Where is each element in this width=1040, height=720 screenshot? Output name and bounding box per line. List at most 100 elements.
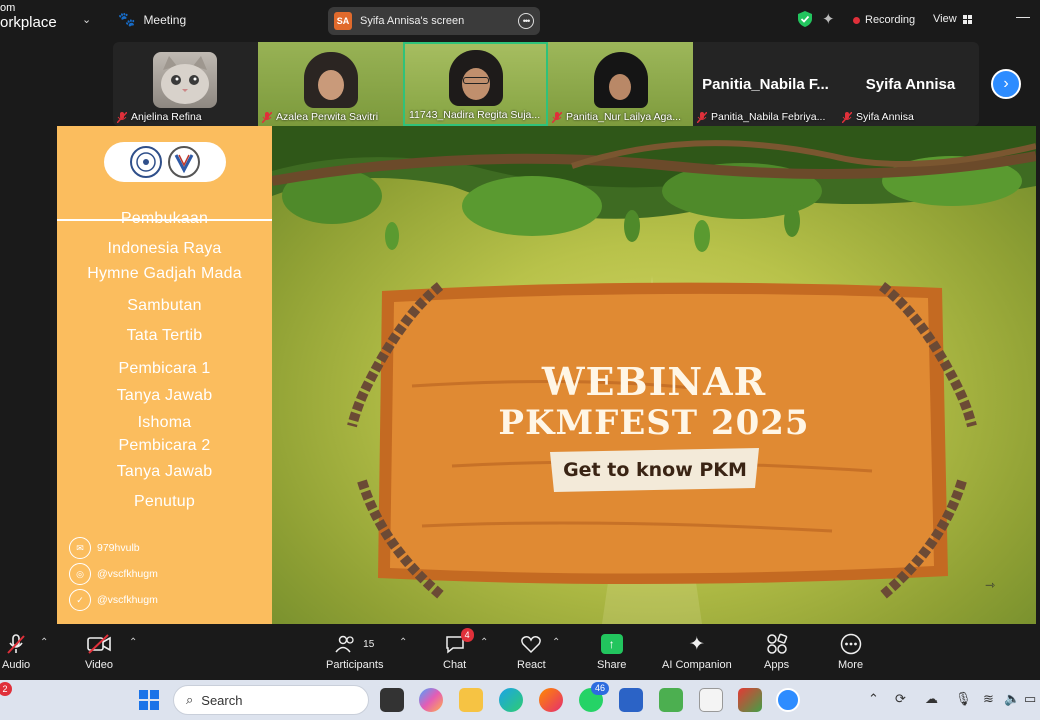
app-brand: om orkplace xyxy=(0,3,57,31)
more-options-icon[interactable]: ••• xyxy=(518,13,534,29)
more-button[interactable]: More xyxy=(838,632,863,671)
agenda-divider xyxy=(57,219,272,221)
taskbar-search-input[interactable]: ⌕ Search xyxy=(173,685,369,715)
wifi-icon[interactable]: ≋ xyxy=(983,691,994,707)
participant-tile[interactable]: Syifa Annisa Syifa Annisa xyxy=(838,42,979,126)
battery-icon[interactable]: ▭ xyxy=(1024,691,1036,707)
react-label: React xyxy=(517,659,546,671)
agenda-item: Tanya Jawab xyxy=(116,387,213,404)
participant-tile-active-speaker[interactable]: 11743_Nadira Regita Suja... xyxy=(403,42,548,126)
heart-icon xyxy=(520,632,542,656)
more-options-icon xyxy=(840,632,862,656)
video-button[interactable]: Video xyxy=(85,632,113,671)
edge-browser-icon[interactable] xyxy=(499,688,523,712)
participant-display-name: Panitia_Nabila F... xyxy=(702,76,829,93)
onedrive-cloud-icon[interactable]: ☁ xyxy=(925,691,938,707)
recording-indicator[interactable]: Recording xyxy=(853,14,915,26)
chat-unread-badge: 4 xyxy=(460,628,474,642)
firefox-icon[interactable] xyxy=(539,688,563,712)
share-label: Share xyxy=(597,659,627,671)
participant-tile[interactable]: Azalea Perwita Savitri xyxy=(258,42,403,126)
microphone-off-icon xyxy=(5,632,27,656)
cursor-arrow-icon: ⇾ xyxy=(985,578,996,592)
store-icon[interactable] xyxy=(619,688,643,712)
game-icon[interactable] xyxy=(738,688,762,712)
notification-badge[interactable]: 2 xyxy=(0,682,12,696)
agenda-item: Indonesia Raya xyxy=(107,240,222,257)
participant-tile[interactable]: Panitia_Nabila F... Panitia_Nabila Febri… xyxy=(693,42,838,126)
agenda-item: Hymne Gadjah Mada xyxy=(87,265,242,282)
ai-companion-button[interactable]: ✦ AI Companion xyxy=(662,632,732,672)
chat-bubble-icon: 4 xyxy=(444,628,474,656)
search-icon: ⌕ xyxy=(186,692,194,707)
agenda-item: Pembicara 2 xyxy=(118,437,211,454)
meeting-label: Meeting xyxy=(143,12,187,27)
participants-button[interactable]: 15 Participants xyxy=(326,632,383,671)
view-label: View xyxy=(933,13,957,25)
participants-label: Participants xyxy=(326,659,384,671)
microphone-icon[interactable]: 🎙 xyxy=(955,691,972,707)
event-title: PKMFEST 2025 xyxy=(498,403,810,443)
apps-icon xyxy=(766,632,788,656)
ai-companion-icon: ✦ xyxy=(688,633,705,655)
apps-button[interactable]: Apps xyxy=(764,632,789,671)
view-button[interactable]: View xyxy=(933,13,972,25)
copilot-icon[interactable] xyxy=(419,688,443,712)
chevron-up-icon[interactable]: ⌃ xyxy=(868,691,879,707)
agenda-panel: Pembukaan Indonesia Raya Hymne Gadjah Ma… xyxy=(57,126,272,624)
shared-screen-pill[interactable]: SA Syifa Annisa's screen ••• xyxy=(328,7,540,35)
brand-big: orkplace xyxy=(0,14,57,31)
participant-tile[interactable]: Anjelina Refina xyxy=(113,42,258,126)
slide-stage: WEBINAR PKMFEST 2025 Get to know PKM xyxy=(272,126,1036,624)
audio-label: Audio xyxy=(2,659,31,671)
participant-name: Azalea Perwita Savitri xyxy=(262,111,378,123)
share-screen-icon: ↑ xyxy=(600,632,623,656)
zoom-window: om orkplace ⌄ 🐾 Meeting SA Syifa Annisa'… xyxy=(0,0,1040,720)
agenda-item: Ishoma xyxy=(137,414,192,431)
participant-tile[interactable]: Panitia_Nur Lailya Aga... xyxy=(548,42,693,126)
paw-icon: 🐾 xyxy=(118,11,136,27)
security-shield-icon[interactable] xyxy=(797,10,813,28)
ai-sparkle-icon[interactable]: ✦ xyxy=(822,10,835,28)
event-tagline: Get to know PKM xyxy=(563,459,747,481)
whatsapp-icon[interactable]: 46 xyxy=(579,682,610,712)
chevron-down-icon[interactable]: ⌄ xyxy=(82,13,91,26)
solitaire-icon[interactable] xyxy=(699,688,723,712)
social-twitter: ✓ @vscfkhugm xyxy=(69,589,158,611)
minecraft-icon[interactable] xyxy=(659,688,683,712)
sync-icon[interactable]: ⟳ xyxy=(895,691,906,707)
social-line: ✉ 979hvulb xyxy=(69,537,140,559)
whatsapp-unread-badge: 46 xyxy=(591,682,610,695)
windows-start-icon[interactable] xyxy=(137,688,161,712)
shared-screen: Pembukaan Indonesia Raya Hymne Gadjah Ma… xyxy=(57,126,1036,624)
participants-options-caret[interactable]: ⌃ xyxy=(399,637,407,648)
audio-options-caret[interactable]: ⌃ xyxy=(40,637,48,648)
video-options-caret[interactable]: ⌃ xyxy=(129,637,137,648)
minimize-icon[interactable]: — xyxy=(1016,8,1030,24)
ai-companion-label: AI Companion xyxy=(662,659,732,671)
file-explorer-icon[interactable] xyxy=(459,688,483,712)
participant-name: Panitia_Nur Lailya Aga... xyxy=(552,111,681,123)
participants-icon: 15 xyxy=(335,632,374,656)
volume-icon[interactable]: 🔈 xyxy=(1004,691,1020,707)
next-participants-button[interactable]: › xyxy=(991,69,1021,99)
share-button[interactable]: ↑ Share xyxy=(597,632,626,671)
meeting-toolbar: Audio ⌃ Video ⌃ 15 Participants ⌃ 4 Chat… xyxy=(0,624,1040,680)
agenda-item: Pembicara 1 xyxy=(118,360,211,377)
vscf-logo-icon xyxy=(168,146,200,178)
react-options-caret[interactable]: ⌃ xyxy=(552,637,560,648)
video-off-icon xyxy=(86,632,112,656)
webinar-title: WEBINAR xyxy=(541,359,767,404)
video-label: Video xyxy=(85,659,113,671)
participants-count: 15 xyxy=(363,638,375,650)
zoom-app-icon[interactable] xyxy=(776,688,800,712)
ugm-seal-icon xyxy=(130,146,162,178)
chat-options-caret[interactable]: ⌃ xyxy=(480,637,488,648)
react-button[interactable]: React xyxy=(517,632,546,671)
audio-button[interactable]: Audio xyxy=(2,632,30,671)
participant-name: Panitia_Nabila Febriya... xyxy=(697,111,825,123)
meeting-button[interactable]: 🐾 Meeting xyxy=(118,11,186,28)
task-view-icon[interactable] xyxy=(380,688,404,712)
chevron-right-icon: › xyxy=(1003,75,1009,92)
chat-button[interactable]: 4 Chat xyxy=(443,628,474,671)
